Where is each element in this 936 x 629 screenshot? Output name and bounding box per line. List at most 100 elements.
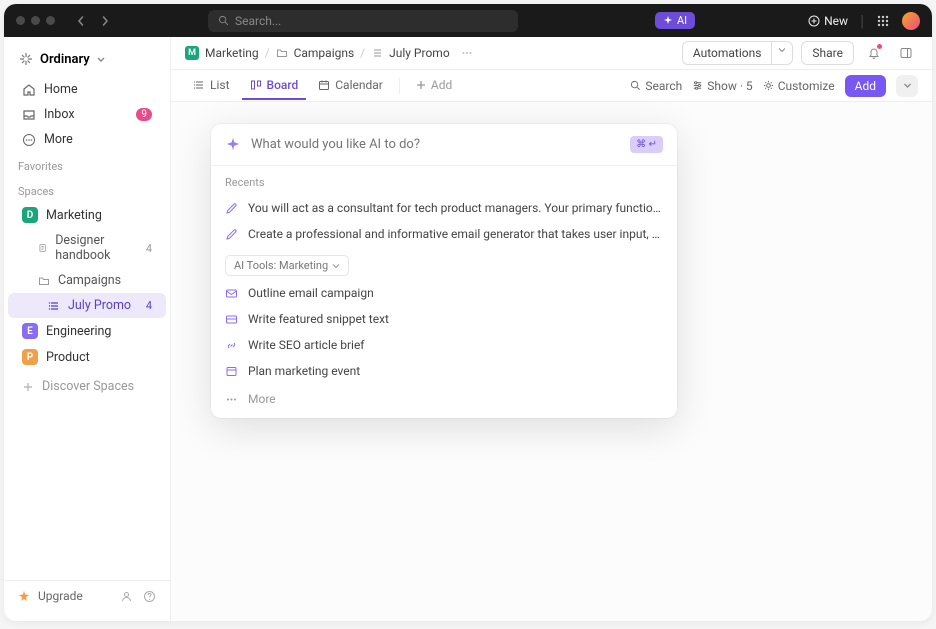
spaces-label: Spaces <box>4 177 170 202</box>
main: M Marketing / Campaigns / July Promo Aut… <box>171 37 932 621</box>
plus-circle-icon <box>808 15 820 27</box>
doc-icon <box>38 242 47 254</box>
pencil-icon <box>225 228 238 241</box>
folder-icon <box>276 47 288 59</box>
sidebar: Ordinary Home Inbox 9 More Favorites Spa… <box>4 37 171 621</box>
home-icon <box>22 83 36 97</box>
upgrade-icon <box>18 590 30 602</box>
ai-shortcut-badge: ⌘ ↵ <box>630 136 663 153</box>
plus-icon <box>22 381 34 393</box>
add-task-dropdown[interactable] <box>896 75 918 97</box>
toolbar-customize[interactable]: Customize <box>763 79 835 93</box>
search-icon <box>630 80 641 91</box>
breadcrumb-space[interactable]: Marketing <box>205 46 259 60</box>
space-marketing[interactable]: D Marketing <box>8 202 166 228</box>
add-task-button[interactable]: Add <box>845 75 886 97</box>
calendar-icon <box>318 79 330 91</box>
workspace-switcher[interactable]: Ordinary <box>4 47 170 77</box>
ai-prompt-input[interactable] <box>251 137 620 152</box>
ai-tool-outline-email[interactable]: Outline email campaign <box>211 280 677 306</box>
dots-circle-icon <box>22 133 36 147</box>
space-engineering[interactable]: E Engineering <box>8 318 166 344</box>
traffic-lights <box>16 16 55 25</box>
chevron-down-icon <box>96 54 106 64</box>
notification-dot <box>877 44 882 49</box>
discover-spaces[interactable]: Discover Spaces <box>8 374 166 399</box>
tree-july-promo[interactable]: July Promo 4 <box>8 293 166 318</box>
space-badge: D <box>22 207 38 223</box>
tab-board[interactable]: Board <box>242 72 307 100</box>
search-placeholder: Search... <box>235 14 281 28</box>
sparkle-icon <box>225 137 241 153</box>
ai-more-button[interactable]: More <box>211 384 677 418</box>
ai-recent-item[interactable]: You will act as a consultant for tech pr… <box>211 195 677 221</box>
ai-recent-item[interactable]: Create a professional and informative em… <box>211 221 677 247</box>
avatar[interactable] <box>902 12 920 30</box>
sparkle-icon <box>663 16 673 26</box>
list-icon <box>193 79 205 91</box>
sidebar-item-more[interactable]: More <box>8 127 166 152</box>
calendar-icon <box>225 365 238 378</box>
card-icon <box>225 313 238 326</box>
chevron-down-icon <box>332 262 340 270</box>
inbox-icon <box>22 108 36 122</box>
dots-icon <box>225 393 238 406</box>
tab-list[interactable]: List <box>185 72 238 100</box>
mail-icon <box>225 287 238 300</box>
tree-designer-handbook[interactable]: Designer handbook 4 <box>8 228 166 268</box>
automations-button[interactable]: Automations <box>682 41 773 65</box>
tab-calendar[interactable]: Calendar <box>310 72 391 100</box>
breadcrumb-header: M Marketing / Campaigns / July Promo Aut… <box>171 37 932 70</box>
activity-button[interactable] <box>862 41 886 65</box>
more-icon[interactable] <box>460 46 474 60</box>
space-badge: P <box>22 349 38 365</box>
tree-campaigns[interactable]: Campaigns <box>8 268 166 293</box>
gear-icon <box>763 80 774 91</box>
person-icon[interactable] <box>120 590 133 603</box>
space-badge: E <box>22 323 38 339</box>
sidebar-footer: Upgrade <box>4 580 170 611</box>
workspace-logo-icon <box>18 51 34 67</box>
ai-button[interactable]: AI <box>655 12 695 29</box>
forward-button[interactable] <box>95 11 115 31</box>
global-search[interactable]: Search... <box>208 10 518 32</box>
view-toolbar: List Board Calendar Add <box>171 70 932 102</box>
pencil-icon <box>225 202 238 215</box>
link-icon <box>225 339 238 352</box>
window-titlebar: Search... AI New | <box>4 4 932 37</box>
panel-toggle-button[interactable] <box>894 41 918 65</box>
canvas: ⌘ ↵ Recents You will act as a consultant… <box>171 102 932 621</box>
help-icon[interactable] <box>143 590 156 603</box>
inbox-badge: 9 <box>136 108 152 121</box>
list-icon <box>48 300 60 312</box>
ai-tool-seo[interactable]: Write SEO article brief <box>211 332 677 358</box>
share-button[interactable]: Share <box>801 41 854 65</box>
breadcrumb: M Marketing / Campaigns / July Promo <box>185 46 474 60</box>
search-icon <box>218 15 229 26</box>
toolbar-show[interactable]: Show · 5 <box>692 79 752 93</box>
breadcrumb-folder[interactable]: Campaigns <box>294 46 355 60</box>
back-button[interactable] <box>71 11 91 31</box>
upgrade-link[interactable]: Upgrade <box>38 589 83 603</box>
space-product[interactable]: P Product <box>8 344 166 370</box>
add-view-button[interactable]: Add <box>408 72 460 100</box>
new-button[interactable]: New <box>808 14 848 28</box>
sidebar-item-inbox[interactable]: Inbox 9 <box>8 102 166 127</box>
space-badge: M <box>185 46 199 60</box>
ai-tool-snippet[interactable]: Write featured snippet text <box>211 306 677 332</box>
plus-icon <box>416 80 426 90</box>
breadcrumb-list[interactable]: July Promo <box>389 46 450 60</box>
favorites-label: Favorites <box>4 152 170 177</box>
panel-icon <box>899 46 913 60</box>
ai-tools-filter[interactable]: AI Tools: Marketing <box>225 255 349 276</box>
apps-grid-icon[interactable] <box>876 14 890 28</box>
sliders-icon <box>692 80 703 91</box>
automations-dropdown[interactable] <box>772 41 793 65</box>
sidebar-item-home[interactable]: Home <box>8 77 166 102</box>
toolbar-search[interactable]: Search <box>630 79 682 93</box>
ai-tool-plan-event[interactable]: Plan marketing event <box>211 358 677 384</box>
list-icon <box>371 47 383 59</box>
recents-label: Recents <box>211 166 677 195</box>
ai-panel: ⌘ ↵ Recents You will act as a consultant… <box>211 124 677 418</box>
folder-icon <box>38 275 50 287</box>
